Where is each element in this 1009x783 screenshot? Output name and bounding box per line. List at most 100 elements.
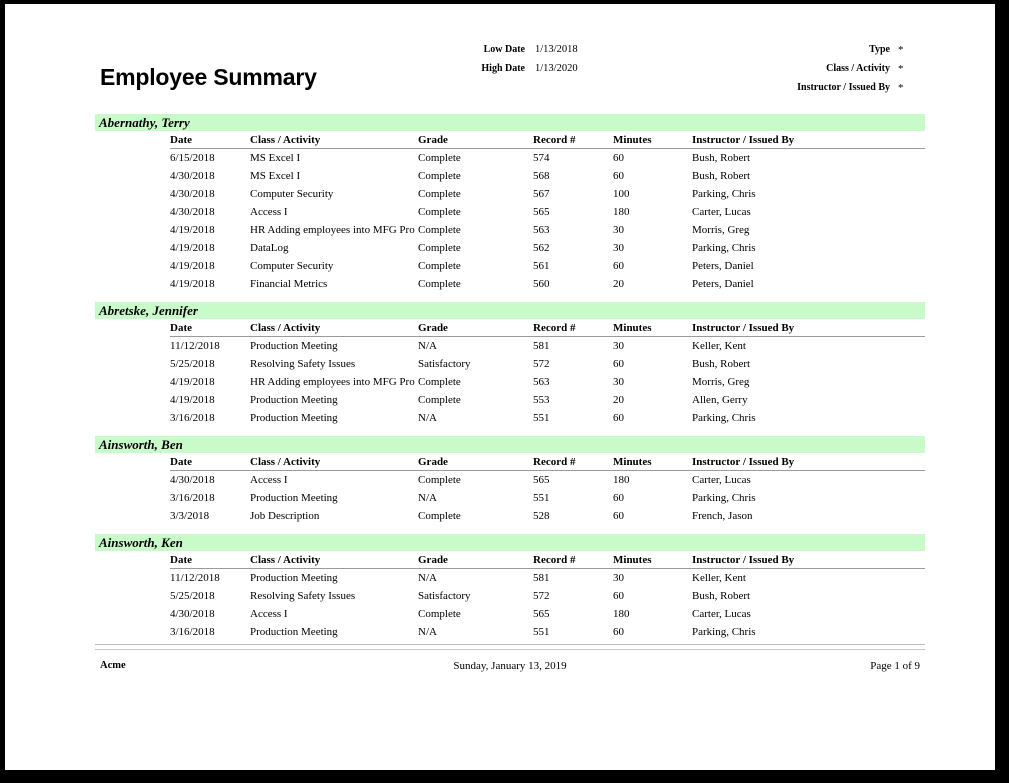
group-table: Date Class / Activity Grade Record # Minutes… <box>95 551 925 641</box>
cell-instructor: Carter, Lucas <box>692 474 751 486</box>
cell-grade: N/A <box>418 412 437 424</box>
row-spacer <box>95 507 170 525</box>
cell-class-activity: Production Meeting <box>250 626 338 638</box>
column-header-date: Date <box>170 319 250 337</box>
class-activity-value: * <box>898 63 904 75</box>
row-spacer <box>95 275 170 293</box>
row-spacer <box>95 471 170 490</box>
table-row: 3/3/2018 Job Description Complete 528 60 Fren… <box>95 507 925 525</box>
cell-record: 562 <box>533 242 550 254</box>
type-value: * <box>898 44 904 56</box>
employee-group: Ainsworth, Ben Date Class / Activity Grade R… <box>95 436 925 534</box>
column-header-grade: Grade <box>418 319 533 337</box>
column-header-date: Date <box>170 131 250 149</box>
cell-record: 565 <box>533 206 550 218</box>
parameter-class-activity: Class / Activity * <box>640 63 925 82</box>
cell-date: 4/19/2018 <box>170 278 215 290</box>
table-row: 4/19/2018 HR Adding employees into MFG Pr… <box>95 221 925 239</box>
row-spacer <box>95 373 170 391</box>
filter-parameters: Type * Class / Activity * Instructor / I… <box>640 44 925 101</box>
cell-date: 3/3/2018 <box>170 510 210 522</box>
cell-instructor: Parking, Chris <box>692 626 756 638</box>
cell-class-activity: Resolving Safety Issues <box>250 590 356 602</box>
cell-class-activity: Computer Security <box>250 188 334 200</box>
cell-minutes: 60 <box>613 626 624 638</box>
cell-date: 4/30/2018 <box>170 474 215 486</box>
cell-date: 4/19/2018 <box>170 260 215 272</box>
cell-instructor: Keller, Kent <box>692 340 746 352</box>
parameter-instructor: Instructor / Issued By * <box>640 82 925 101</box>
high-date-label: High Date <box>481 63 525 74</box>
instructor-value: * <box>898 82 904 94</box>
column-header-record: Record # <box>533 453 613 471</box>
group-table: Date Class / Activity Grade Record # Minutes… <box>95 453 925 525</box>
cell-minutes: 30 <box>613 242 624 254</box>
group-employee-name: Abernathy, Terry <box>99 115 190 130</box>
cell-class-activity: HR Adding employees into MFG Pro <box>250 376 415 388</box>
table-row: 4/19/2018 Computer Security Complete 561 60 P… <box>95 257 925 275</box>
employee-group: Ainsworth, Ken Date Class / Activity Grade R… <box>95 534 925 645</box>
cell-grade: N/A <box>418 492 437 504</box>
cell-date: 3/16/2018 <box>170 626 215 638</box>
cell-class-activity: DataLog <box>250 242 289 254</box>
table-header-row: Date Class / Activity Grade Record # Minutes… <box>95 131 925 149</box>
cell-minutes: 180 <box>613 608 630 620</box>
low-date-label: Low Date <box>483 44 525 55</box>
row-spacer <box>95 409 170 427</box>
cell-instructor: Parking, Chris <box>692 242 756 254</box>
column-header-minutes: Minutes <box>613 551 692 569</box>
cell-grade: Complete <box>418 260 461 272</box>
cell-date: 11/12/2018 <box>170 340 220 352</box>
cell-minutes: 30 <box>613 376 624 388</box>
cell-grade: Complete <box>418 242 461 254</box>
row-spacer <box>95 623 170 641</box>
cell-instructor: Parking, Chris <box>692 188 756 200</box>
cell-date: 5/25/2018 <box>170 358 215 370</box>
header-spacer <box>95 319 170 337</box>
column-header-date: Date <box>170 453 250 471</box>
table-row: 4/19/2018 Production Meeting Complete 553 20… <box>95 391 925 409</box>
cell-class-activity: HR Adding employees into MFG Pro <box>250 224 415 236</box>
cell-record: 551 <box>533 626 550 638</box>
high-date-value: 1/13/2020 <box>535 63 578 74</box>
cell-date: 4/19/2018 <box>170 394 215 406</box>
cell-minutes: 60 <box>613 492 624 504</box>
cell-instructor: Peters, Daniel <box>692 260 754 272</box>
group-employee-name: Ainsworth, Ken <box>99 535 183 550</box>
table-row: 11/12/2018 Production Meeting N/A 581 30 Kell… <box>95 569 925 588</box>
employee-group: Abernathy, Terry Date Class / Activity Grad… <box>95 114 925 302</box>
table-row: 4/19/2018 DataLog Complete 562 30 Parking, Ch… <box>95 239 925 257</box>
column-header-minutes: Minutes <box>613 131 692 149</box>
type-label: Type <box>869 44 890 55</box>
parameter-low-date: Low Date 1/13/2018 <box>425 44 665 63</box>
table-header-row: Date Class / Activity Grade Record # Minutes… <box>95 453 925 471</box>
cell-date: 4/30/2018 <box>170 608 215 620</box>
cell-instructor: French, Jason <box>692 510 753 522</box>
row-spacer <box>95 167 170 185</box>
cell-instructor: Parking, Chris <box>692 492 756 504</box>
column-header-instructor: Instructor / Issued By <box>692 131 925 149</box>
row-spacer <box>95 337 170 356</box>
cell-grade: N/A <box>418 572 437 584</box>
table-row: 4/30/2018 MS Excel I Complete 568 60 Bush, Ro… <box>95 167 925 185</box>
report-header: Employee Summary Low Date 1/13/2018 High… <box>95 44 925 114</box>
cell-record: 563 <box>533 224 550 236</box>
cell-minutes: 60 <box>613 170 624 182</box>
cell-instructor: Bush, Robert <box>692 170 751 182</box>
cell-instructor: Bush, Robert <box>692 152 751 164</box>
cell-date: 5/25/2018 <box>170 590 215 602</box>
column-header-instructor: Instructor / Issued By <box>692 453 925 471</box>
cell-record: 551 <box>533 492 550 504</box>
cell-record: 560 <box>533 278 550 290</box>
parameter-type: Type * <box>640 44 925 63</box>
group-divider <box>95 644 925 645</box>
cell-grade: Complete <box>418 170 461 182</box>
cell-date: 3/16/2018 <box>170 492 215 504</box>
cell-date: 6/15/2018 <box>170 152 215 164</box>
column-header-class-activity: Class / Activity <box>250 319 418 337</box>
row-spacer <box>95 355 170 373</box>
cell-instructor: Carter, Lucas <box>692 608 751 620</box>
footer-page-number: Page 1 of 9 <box>870 660 920 672</box>
